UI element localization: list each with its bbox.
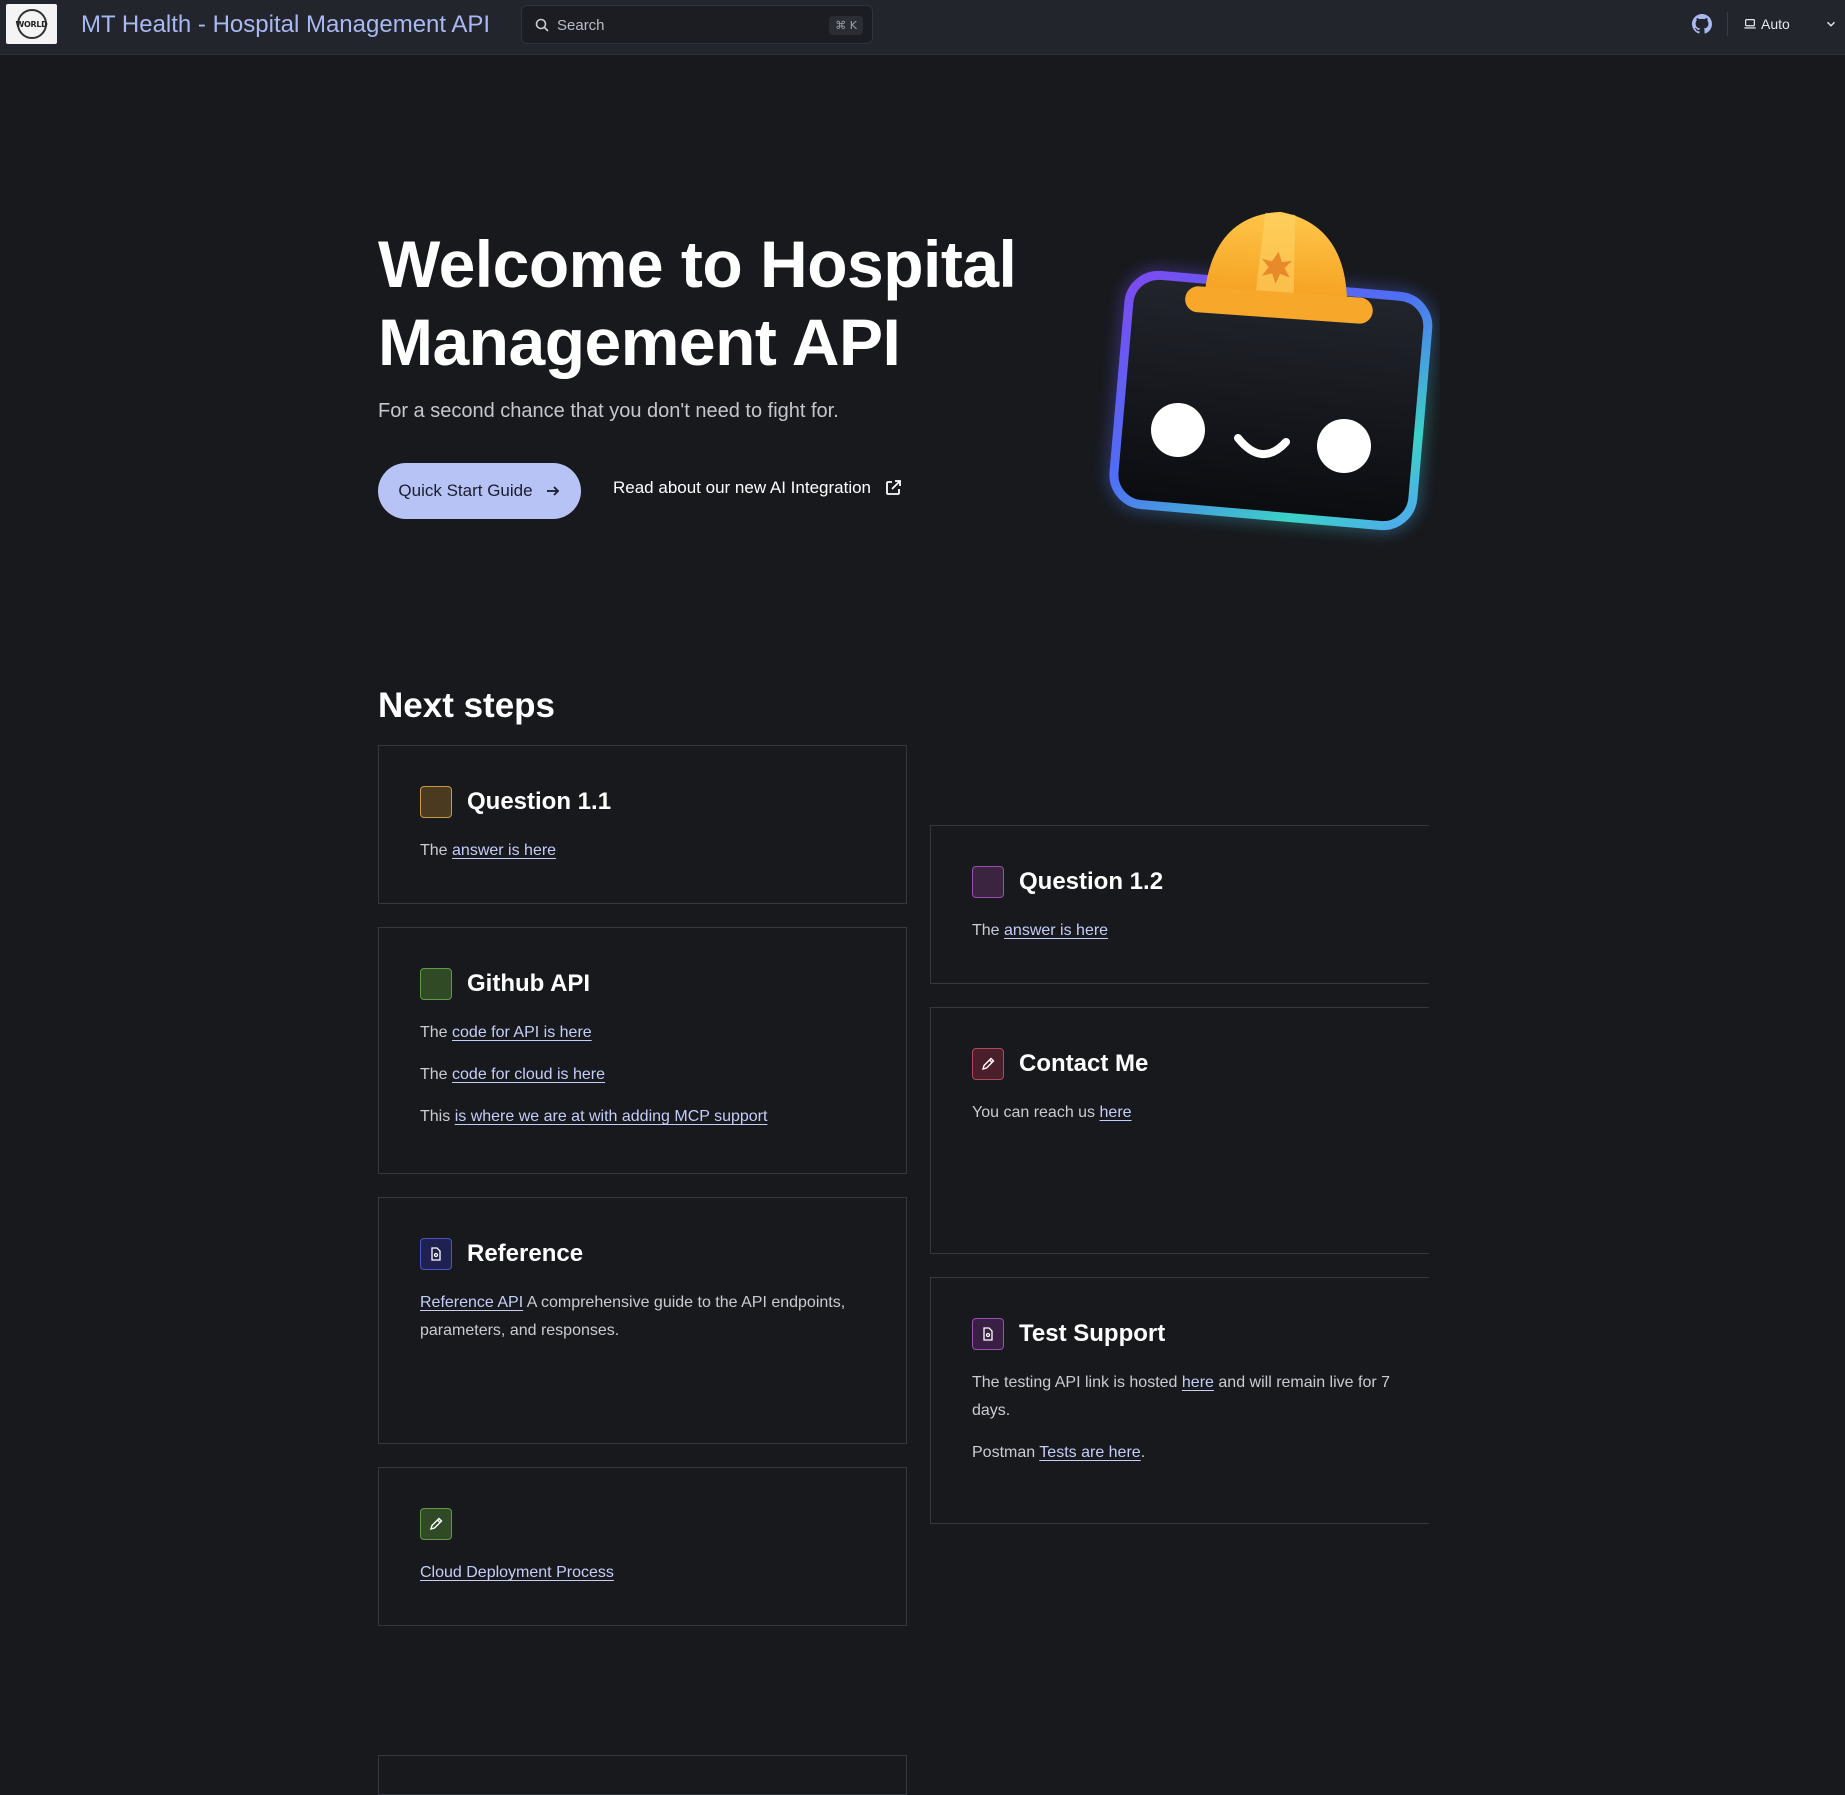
body-line: The code for API is here [420,1019,767,1047]
code-api-link[interactable]: code for API is here [452,1024,592,1041]
question-square-icon [420,786,452,818]
card-body: The answer is here [420,837,556,865]
card-title: Question 1.1 [467,788,612,815]
github-square-icon [420,968,452,1000]
external-link-icon [886,480,901,495]
github-icon[interactable] [1692,14,1712,34]
quick-start-label: Quick Start Guide [398,481,533,500]
card-github-api: Github API The code for API is here The … [378,927,907,1174]
card-cloud-deployment: Cloud Deployment Process [378,1467,907,1626]
logo-text: WORLD [15,19,48,29]
card-contact-me: Contact Me You can reach us here [930,1007,1429,1254]
body-text: The [420,1024,448,1041]
card-reference: Reference Reference API A comprehensive … [378,1197,907,1444]
card-question-1-1: Question 1.1 The answer is here [378,745,907,904]
site-logo[interactable]: WORLD [6,4,57,44]
postman-tests-link[interactable]: Tests are here [1039,1444,1140,1461]
header-divider [1727,12,1728,36]
body-text: The [420,842,448,859]
search-icon [535,18,549,32]
card-question-1-2: Question 1.2 The answer is here [930,825,1429,984]
code-cloud-link[interactable]: code for cloud is here [452,1066,605,1083]
card-title: Reference [467,1240,584,1267]
body-line: The testing API link is hosted here and … [972,1369,1412,1425]
body-line: Postman Tests are here. [972,1439,1412,1467]
site-title[interactable]: MT Health - Hospital Management API [81,11,490,39]
body-text: The [420,1066,448,1083]
reference-api-link[interactable]: Reference API [420,1294,523,1311]
search-input[interactable]: Search ⌘ K [521,5,873,44]
hero-subtitle: For a second chance that you don't need … [378,400,839,422]
search-placeholder: Search [557,17,605,34]
quick-start-button[interactable]: Quick Start Guide [378,463,581,519]
body-text: You can reach us [972,1104,1096,1121]
next-steps-title: Next steps [378,686,556,725]
card-title: Github API [467,970,591,997]
answer-link[interactable]: answer is here [452,842,556,859]
card-test-support: Test Support The testing API link is hos… [930,1277,1429,1524]
logo-seal-icon: WORLD [15,9,48,39]
testing-api-link[interactable]: here [1182,1374,1214,1391]
question-square-icon [972,866,1004,898]
ai-integration-label: Read about our new AI Integration [613,478,872,497]
search-shortcut-badge: ⌘ K [829,16,863,35]
theme-label: Auto [1761,16,1790,32]
body-line: This is where we are at with adding MCP … [420,1103,767,1131]
body-text: The testing API link is hosted [972,1374,1178,1391]
answer-link[interactable]: answer is here [1004,922,1108,939]
body-line: The code for cloud is here [420,1061,767,1089]
chevron-down-icon [1827,21,1835,27]
cloud-deployment-link[interactable]: Cloud Deployment Process [420,1564,614,1581]
body-text: . [1140,1444,1146,1461]
card-body: Reference API A comprehensive guide to t… [420,1289,870,1345]
card-partial [378,1755,907,1795]
document-icon [972,1318,1004,1350]
body-text: Postman [972,1444,1036,1461]
card-body: Cloud Deployment Process [420,1559,614,1587]
card-body: The testing API link is hosted here and … [972,1369,1412,1483]
card-body: The answer is here [972,917,1108,945]
pencil-icon [420,1508,452,1540]
ai-integration-link[interactable]: Read about our new AI Integration [613,478,903,498]
pencil-icon [972,1048,1004,1080]
document-icon [420,1238,452,1270]
mascot-illustration [1107,211,1434,532]
arrow-right-icon [546,486,559,496]
monitor-icon [1744,19,1756,29]
card-body: The code for API is here The code for cl… [420,1019,767,1147]
card-title: Question 1.2 [1019,868,1164,895]
body-text: The [972,922,1000,939]
card-title: Test Support [1019,1320,1166,1347]
theme-switcher[interactable]: Auto [1743,10,1838,38]
card-title: Contact Me [1019,1050,1149,1077]
body-text: This [420,1108,451,1125]
contact-link[interactable]: here [1100,1104,1132,1121]
top-navigation-bar: WORLD MT Health - Hospital Management AP… [0,0,1845,55]
card-body: You can reach us here [972,1099,1132,1127]
mcp-support-link[interactable]: is where we are at with adding MCP suppo… [455,1108,768,1125]
hero-title: Welcome to Hospital Management API [378,227,1017,379]
